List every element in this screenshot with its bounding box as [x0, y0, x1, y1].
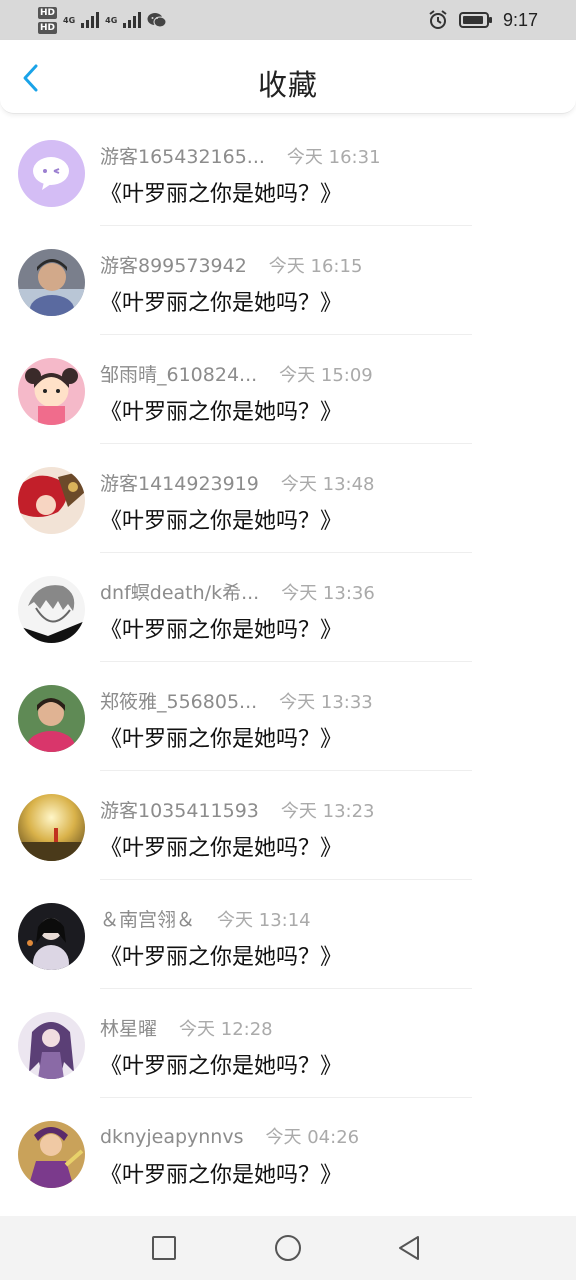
list-item[interactable]: 林星曜 今天 12:28 《叶罗丽之你是她吗？》 [0, 986, 576, 1098]
photo-avatar-icon [18, 249, 85, 316]
home-button[interactable] [272, 1232, 304, 1264]
username[interactable]: 游客1414923919 [100, 469, 259, 496]
network-type: 4G [105, 16, 117, 25]
favorite-title[interactable]: 《叶罗丽之你是她吗？》 [100, 503, 342, 535]
avatar[interactable] [18, 358, 85, 425]
list-item[interactable]: 游客1035411593 今天 13:23 《叶罗丽之你是她吗？》 [0, 768, 576, 880]
avatar[interactable] [18, 249, 85, 316]
list-item[interactable]: ＆南宫翎＆ 今天 13:14 《叶罗丽之你是她吗？》 [0, 877, 576, 989]
chat-bubble-avatar-icon [18, 140, 85, 207]
avatar[interactable] [18, 467, 85, 534]
page-title: 收藏 [257, 68, 318, 102]
favorite-title[interactable]: 《叶罗丽之你是她吗？》 [100, 176, 342, 208]
timestamp: 今天 13:23 [280, 801, 375, 822]
timestamp: 今天 04:26 [265, 1127, 360, 1148]
favorite-title[interactable]: 《叶罗丽之你是她吗？》 [100, 721, 342, 753]
timestamp: 今天 16:15 [268, 256, 363, 277]
status-left: HD HD 4G 4G [38, 3, 167, 37]
recent-apps-icon [152, 1236, 176, 1260]
alarm-icon [429, 10, 447, 29]
favorite-title[interactable]: 《叶罗丽之你是她吗？》 [100, 612, 342, 644]
hd-badge: HD [38, 6, 58, 19]
nav-back-button[interactable] [394, 1232, 426, 1264]
network-type: 4G [63, 16, 75, 25]
hd-badge: HD [38, 21, 58, 34]
username[interactable]: 游客899573942 [100, 251, 247, 278]
username[interactable]: dknyjeapynnvs [100, 1126, 244, 1148]
list-item[interactable]: dknyjeapynnvs 今天 04:26 《叶罗丽之你是她吗？》 [0, 1095, 576, 1204]
clock: 9:17 [502, 9, 538, 30]
username[interactable]: 郑筱雅_556805... [100, 687, 257, 714]
timestamp: 今天 13:14 [217, 910, 311, 931]
timestamp: 今天 16:31 [286, 147, 381, 168]
favorite-title[interactable]: 《叶罗丽之你是她吗？》 [100, 1048, 342, 1080]
avatar[interactable] [18, 685, 85, 752]
timestamp: 今天 15:09 [279, 365, 373, 386]
sunset-avatar-icon [18, 794, 85, 861]
avatar[interactable] [18, 1121, 85, 1188]
favorite-title[interactable]: 《叶罗丽之你是她吗？》 [100, 394, 342, 426]
username[interactable]: 游客1035411593 [100, 796, 259, 823]
wechat-icon [147, 13, 167, 28]
avatar[interactable] [18, 140, 85, 207]
anime-purple-avatar-icon [18, 1012, 85, 1079]
game-character-avatar-icon [18, 1121, 85, 1188]
favorite-title[interactable]: 《叶罗丽之你是她吗？》 [100, 830, 342, 862]
home-icon [275, 1235, 301, 1261]
list-item[interactable]: 游客165432165... 今天 16:31 《叶罗丽之你是她吗？》 [0, 114, 576, 226]
network-label: 4G [105, 15, 118, 25]
list-item[interactable]: 游客899573942 今天 16:15 《叶罗丽之你是她吗？》 [0, 223, 576, 335]
signal-icon [81, 12, 100, 28]
favorite-title[interactable]: 《叶罗丽之你是她吗？》 [100, 939, 342, 971]
username[interactable]: 游客165432165... [100, 142, 265, 169]
back-icon [399, 1236, 419, 1260]
status-right: 9:17 [427, 0, 538, 40]
avatar[interactable] [18, 794, 85, 861]
timestamp: 今天 13:36 [281, 583, 375, 604]
username[interactable]: 林星曜 [100, 1014, 157, 1041]
recent-apps-button[interactable] [148, 1232, 180, 1264]
avatar[interactable] [18, 1012, 85, 1079]
avatar[interactable] [18, 576, 85, 643]
list-item[interactable]: 郑筱雅_556805... 今天 13:33 《叶罗丽之你是她吗？》 [0, 659, 576, 771]
list-item[interactable]: 邹雨晴_610824... 今天 15:09 《叶罗丽之你是她吗？》 [0, 332, 576, 444]
header-bar: 收藏 [0, 40, 576, 114]
anime-red-hair-avatar-icon [18, 467, 85, 534]
favorite-title[interactable]: 《叶罗丽之你是她吗？》 [100, 285, 342, 317]
timestamp: 今天 12:28 [179, 1019, 273, 1040]
cartoon-girl-avatar-icon [18, 358, 85, 425]
timestamp: 今天 13:33 [279, 692, 373, 713]
list-item[interactable]: 游客1414923919 今天 13:48 《叶罗丽之你是她吗？》 [0, 441, 576, 553]
status-bar: HD HD 4G 4G 9:17 [0, 0, 576, 40]
username[interactable]: 邹雨晴_610824... [100, 360, 257, 387]
signal-icon [123, 12, 142, 28]
battery-icon [458, 12, 492, 28]
username[interactable]: ＆南宫翎＆ [100, 905, 195, 932]
system-nav-bar [0, 1216, 576, 1280]
network-label: 4G [63, 15, 76, 25]
avatar[interactable] [18, 903, 85, 970]
anime-sketch-avatar-icon [18, 576, 85, 643]
username[interactable]: dnf螟death/k希... [100, 578, 259, 605]
girl-photo-avatar-icon [18, 685, 85, 752]
dark-portrait-avatar-icon [18, 903, 85, 970]
timestamp: 今天 13:48 [280, 474, 375, 495]
favorite-title[interactable]: 《叶罗丽之你是她吗？》 [100, 1157, 342, 1189]
hd-indicators: HD HD [38, 6, 58, 34]
list-item[interactable]: dnf螟death/k希... 今天 13:36 《叶罗丽之你是她吗？》 [0, 550, 576, 662]
